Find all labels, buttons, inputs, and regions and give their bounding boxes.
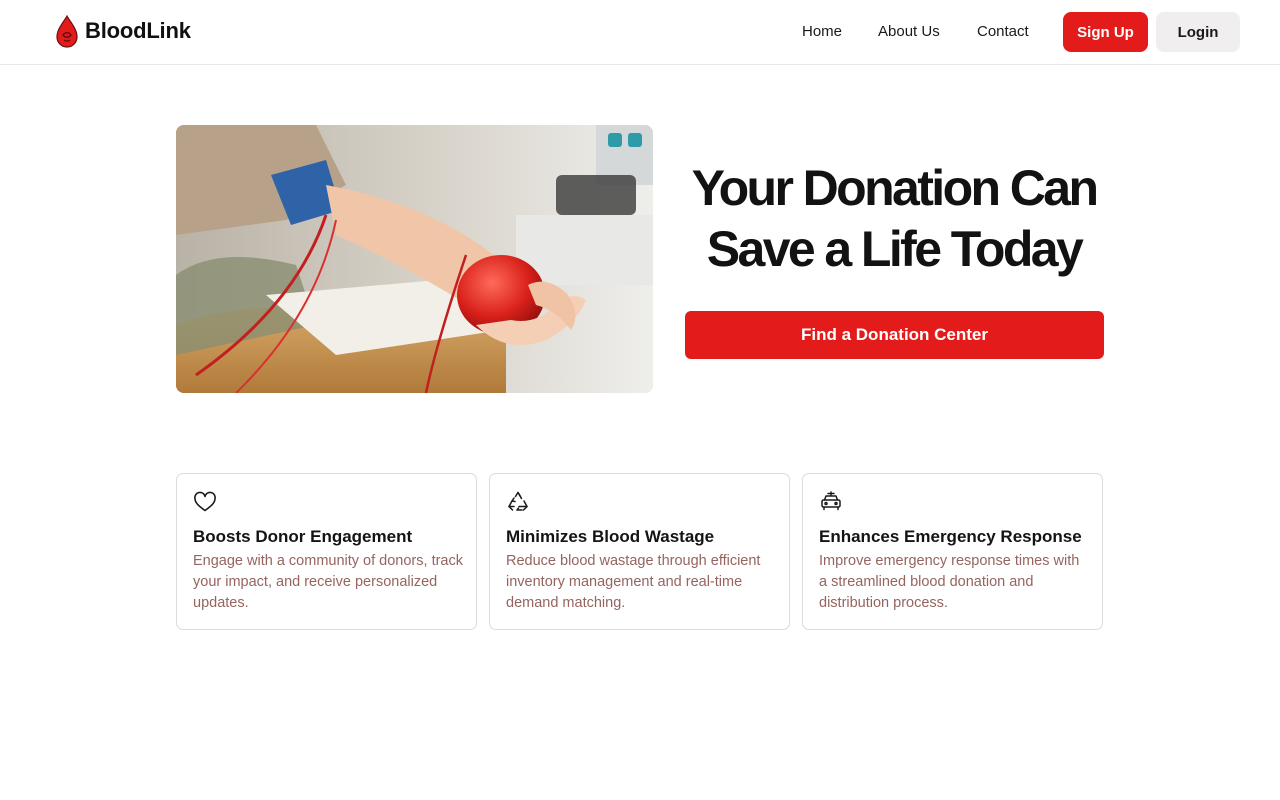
feature-description: Reduce blood wastage through efficient i… [506,553,761,611]
feature-description: Improve emergency response times with a … [819,553,1080,611]
feature-title: Minimizes Blood Wastage [506,527,715,546]
nav-contact-link[interactable]: Contact [977,22,1029,42]
login-button[interactable]: Login [1156,12,1240,52]
feature-card-emergency: Enhances Emergency Response Improve emer… [802,473,1103,630]
blood-donation-photo [176,125,653,393]
ambulance-icon [819,490,843,514]
feature-card-wastage: Minimizes Blood Wastage Reduce blood was… [489,473,790,630]
heart-icon [193,490,217,514]
feature-title: Boosts Donor Engagement [193,527,413,546]
feature-title: Enhances Emergency Response [819,527,1082,546]
hero-title: Your Donation Can Save a Life Today [691,160,1099,277]
hero-image [176,125,653,393]
blood-drop-icon [56,14,78,48]
nav-home-link[interactable]: Home [802,22,842,42]
brand-name: BloodLink [85,18,191,43]
feature-card-engagement: Boosts Donor Engagement Engage with a co… [176,473,477,630]
feature-description: Engage with a community of donors, track… [193,553,463,611]
recycle-icon [506,490,530,514]
site-header: BloodLink Home About Us Contact Sign Up … [0,0,1280,65]
signup-button[interactable]: Sign Up [1063,12,1148,52]
brand-logo[interactable]: BloodLink [56,14,191,48]
nav-about-link[interactable]: About Us [878,22,940,42]
find-donation-center-button[interactable]: Find a Donation Center [685,311,1104,359]
